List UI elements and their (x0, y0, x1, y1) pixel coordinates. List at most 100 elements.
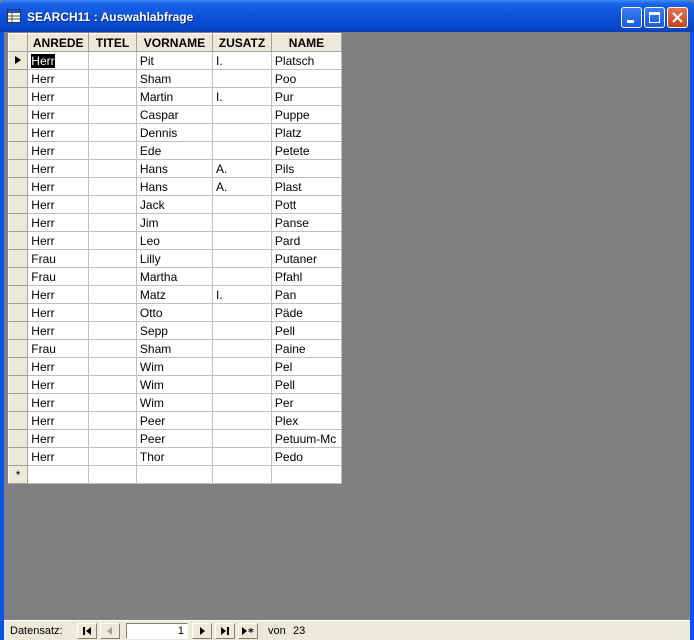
cell-anrede[interactable]: Herr (27, 177, 90, 196)
cell-zusatz[interactable] (212, 267, 272, 286)
cell-titel[interactable] (88, 231, 137, 250)
new-cell-name[interactable] (270, 465, 343, 484)
cell-titel[interactable] (88, 87, 137, 106)
cell-anrede[interactable]: Herr (27, 321, 90, 340)
cell-name[interactable]: Plast (270, 177, 343, 196)
cell-anrede[interactable]: Herr (27, 87, 90, 106)
record-selector[interactable] (7, 195, 29, 214)
cell-titel[interactable] (88, 321, 137, 340)
cell-zusatz[interactable] (212, 195, 272, 214)
cell-anrede[interactable]: Herr (27, 105, 90, 124)
cell-name[interactable]: Putaner (270, 249, 343, 268)
cell-vorname[interactable]: Otto (135, 303, 214, 322)
cell-anrede[interactable]: Herr (27, 51, 90, 70)
table-row[interactable]: Herr Peer Plex (7, 411, 343, 430)
cell-zusatz[interactable] (212, 375, 272, 394)
cell-name[interactable]: Pfahl (270, 267, 343, 286)
cell-name[interactable]: Pott (270, 195, 343, 214)
cell-vorname[interactable]: Leo (135, 231, 214, 250)
cell-anrede[interactable]: Herr (27, 429, 90, 448)
record-selector[interactable] (7, 213, 29, 232)
cell-vorname[interactable]: Lilly (135, 249, 214, 268)
record-selector[interactable] (7, 447, 29, 466)
cell-vorname[interactable]: Sham (135, 69, 214, 88)
cell-vorname[interactable]: Wim (135, 357, 214, 376)
cell-zusatz[interactable] (212, 105, 272, 124)
cell-vorname[interactable]: Martha (135, 267, 214, 286)
cell-anrede[interactable]: Herr (27, 159, 90, 178)
cell-anrede[interactable]: Herr (27, 447, 90, 466)
table-row[interactable]: Herr Wim Per (7, 393, 343, 412)
cell-zusatz[interactable] (212, 69, 272, 88)
cell-titel[interactable] (88, 213, 137, 232)
close-button[interactable] (667, 7, 688, 28)
cell-name[interactable]: Poo (270, 69, 343, 88)
record-selector[interactable] (7, 375, 29, 394)
record-selector[interactable] (7, 393, 29, 412)
cell-anrede[interactable]: Herr (27, 375, 90, 394)
cell-zusatz[interactable]: I. (212, 87, 272, 106)
cell-titel[interactable] (88, 339, 137, 358)
cell-name[interactable]: Platz (270, 123, 343, 142)
first-record-button[interactable] (77, 623, 97, 639)
table-row[interactable]: Frau Martha Pfahl (7, 267, 343, 286)
cell-anrede[interactable]: Herr (27, 303, 90, 322)
table-row[interactable]: Herr Martin I. Pur (7, 87, 343, 106)
record-selector[interactable] (7, 285, 29, 304)
cell-titel[interactable] (88, 267, 137, 286)
cell-vorname[interactable]: Jim (135, 213, 214, 232)
record-selector[interactable] (7, 429, 29, 448)
table-row[interactable]: Herr Otto Päde (7, 303, 343, 322)
table-row[interactable]: Herr Jack Pott (7, 195, 343, 214)
column-header-name[interactable]: NAME (270, 33, 343, 52)
cell-vorname[interactable]: Pit (135, 51, 214, 70)
cell-vorname[interactable]: Wim (135, 375, 214, 394)
record-selector[interactable] (7, 69, 29, 88)
cell-titel[interactable] (88, 141, 137, 160)
cell-zusatz[interactable]: I. (212, 51, 272, 70)
cell-name[interactable]: Päde (270, 303, 343, 322)
cell-titel[interactable] (88, 393, 137, 412)
record-selector[interactable] (7, 87, 29, 106)
table-row[interactable]: Herr Caspar Puppe (7, 105, 343, 124)
cell-name[interactable]: Plex (270, 411, 343, 430)
cell-titel[interactable] (88, 105, 137, 124)
cell-titel[interactable] (88, 177, 137, 196)
table-row[interactable]: Frau Sham Paine (7, 339, 343, 358)
table-row[interactable]: Herr Hans A. Pils (7, 159, 343, 178)
record-selector[interactable] (7, 303, 29, 322)
record-selector[interactable] (7, 249, 29, 268)
table-row[interactable]: Herr Ede Petete (7, 141, 343, 160)
maximize-button[interactable] (644, 7, 665, 28)
cell-name[interactable]: Pel (270, 357, 343, 376)
cell-anrede[interactable]: Herr (27, 411, 90, 430)
cell-titel[interactable] (88, 411, 137, 430)
cell-zusatz[interactable] (212, 213, 272, 232)
cell-zusatz[interactable] (212, 411, 272, 430)
record-selector[interactable] (7, 105, 29, 124)
cell-zusatz[interactable] (212, 321, 272, 340)
cell-name[interactable]: Petuum-Mc (270, 429, 343, 448)
table-row[interactable]: Herr Peer Petuum-Mc (7, 429, 343, 448)
record-selector[interactable] (7, 159, 29, 178)
cell-name[interactable]: Pedo (270, 447, 343, 466)
cell-zusatz[interactable] (212, 141, 272, 160)
last-record-button[interactable] (215, 623, 235, 639)
cell-titel[interactable] (88, 69, 137, 88)
cell-titel[interactable] (88, 447, 137, 466)
new-record-selector[interactable]: * (7, 465, 29, 484)
cell-vorname[interactable]: Peer (135, 411, 214, 430)
cell-vorname[interactable]: Martin (135, 87, 214, 106)
cell-vorname[interactable]: Jack (135, 195, 214, 214)
cell-vorname[interactable]: Hans (135, 159, 214, 178)
cell-name[interactable]: Paine (270, 339, 343, 358)
cell-name[interactable]: Per (270, 393, 343, 412)
cell-vorname[interactable]: Hans (135, 177, 214, 196)
cell-name[interactable]: Pell (270, 375, 343, 394)
cell-anrede[interactable]: Herr (27, 231, 90, 250)
new-cell-zusatz[interactable] (212, 465, 272, 484)
column-header-zusatz[interactable]: ZUSATZ (212, 33, 272, 52)
record-selector[interactable] (7, 357, 29, 376)
cell-zusatz[interactable] (212, 123, 272, 142)
cell-anrede[interactable]: Herr (27, 123, 90, 142)
